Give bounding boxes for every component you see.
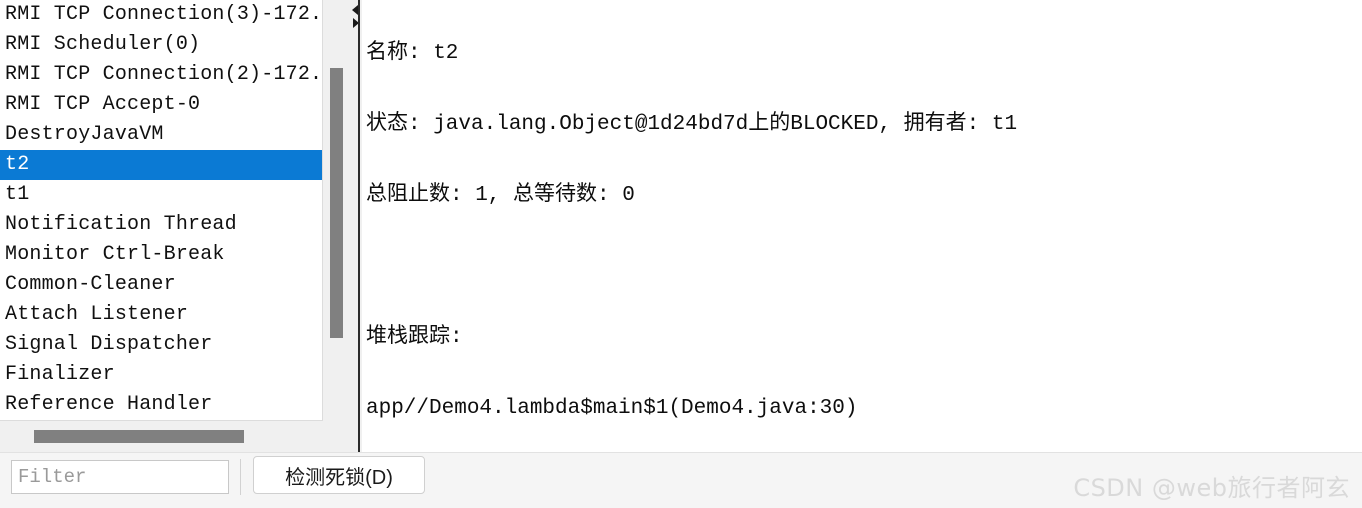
horizontal-scrollbar-thumb[interactable]	[34, 430, 244, 443]
thread-monitor-panel: RMI TCP Connection(3)-172.29. RMI Schedu…	[0, 0, 1362, 508]
detail-line-blank	[366, 249, 1122, 284]
thread-detail-pane: 名称: t2 状态: java.lang.Object@1d24bd7d上的BL…	[362, 0, 1362, 452]
toolbar-separator	[240, 459, 241, 495]
list-item[interactable]: t1	[0, 180, 322, 210]
list-item[interactable]: Reference Handler	[0, 390, 322, 420]
list-item[interactable]: Monitor Ctrl-Break	[0, 240, 322, 270]
thread-list-viewport[interactable]: RMI TCP Connection(3)-172.29. RMI Schedu…	[0, 0, 323, 421]
list-item[interactable]: Signal Dispatcher	[0, 330, 322, 360]
list-item[interactable]: Attach Listener	[0, 300, 322, 330]
list-item-selected[interactable]: t2	[0, 150, 322, 180]
list-item[interactable]: Notification Thread	[0, 210, 322, 240]
thread-list-vertical-scrollbar[interactable]	[324, 0, 351, 421]
vertical-scrollbar-thumb[interactable]	[330, 68, 343, 338]
thread-list-horizontal-scrollbar[interactable]	[0, 422, 352, 452]
list-item[interactable]: RMI TCP Connection(3)-172.29.	[0, 0, 322, 30]
split-pane-divider[interactable]	[352, 0, 362, 452]
filter-input[interactable]	[11, 460, 229, 494]
detect-deadlock-button[interactable]: 检测死锁(D)	[253, 456, 425, 494]
list-item[interactable]: DestroyJavaVM	[0, 120, 322, 150]
detail-line-stacktrace-header: 堆栈跟踪:	[366, 326, 463, 349]
thread-list-pane: RMI TCP Connection(3)-172.29. RMI Schedu…	[0, 0, 352, 452]
detail-line-state: 状态: java.lang.Object@1d24bd7d上的BLOCKED, …	[366, 113, 1018, 136]
csdn-watermark: CSDN @web旅行者阿玄	[1073, 474, 1350, 502]
list-item[interactable]: Finalizer	[0, 360, 322, 390]
list-item[interactable]: RMI TCP Connection(2)-172.29.	[0, 60, 322, 90]
detail-line-stack-frame: app//Demo4.lambda$main$1(Demo4.java:30)	[366, 397, 858, 420]
detail-line-counts: 总阻止数: 1, 总等待数: 0	[366, 184, 635, 207]
list-item[interactable]: RMI TCP Accept-0	[0, 90, 322, 120]
detail-line-name: 名称: t2	[366, 42, 459, 65]
list-item[interactable]: RMI Scheduler(0)	[0, 30, 322, 60]
thread-list[interactable]: RMI TCP Connection(3)-172.29. RMI Schedu…	[0, 0, 322, 420]
thread-detail-text: 名称: t2 状态: java.lang.Object@1d24bd7d上的BL…	[366, 0, 1122, 452]
divider-line	[358, 0, 360, 452]
list-item[interactable]: Common-Cleaner	[0, 270, 322, 300]
